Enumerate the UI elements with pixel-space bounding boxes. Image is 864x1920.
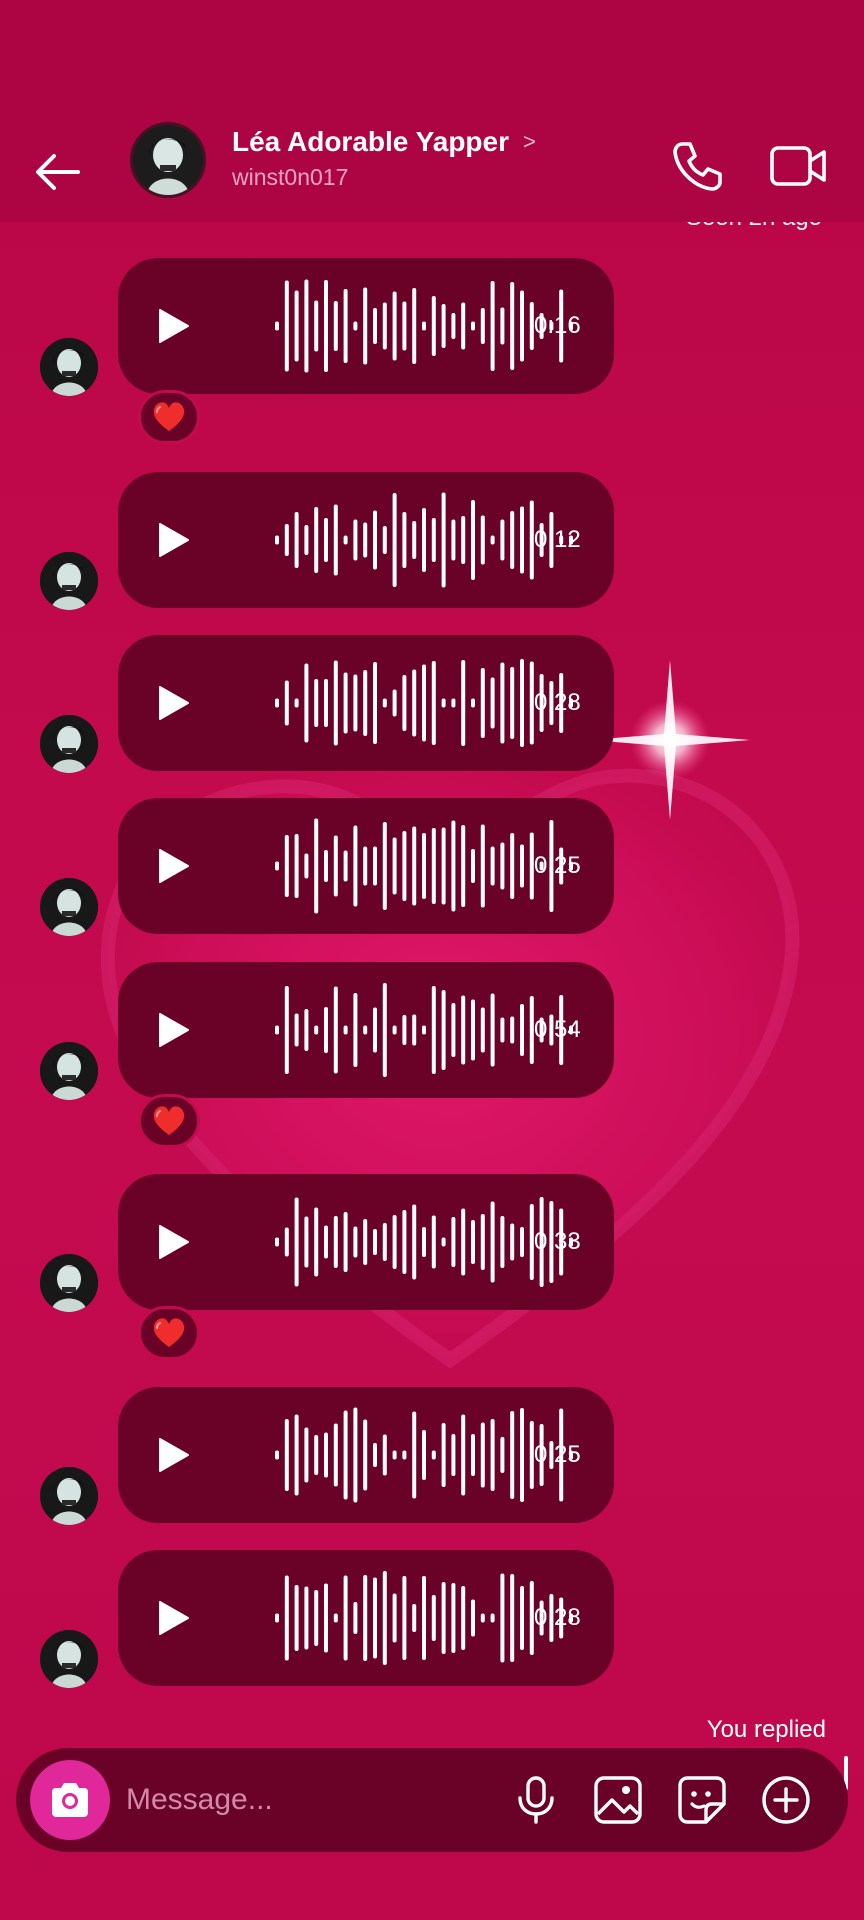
chevron-right-icon: > [523,129,536,154]
sender-avatar[interactable] [40,1630,98,1688]
plus-circle-icon [762,1776,810,1824]
voice-duration: 0:25 [534,852,581,879]
voice-duration: 0:33 [534,1228,581,1255]
voice-message-bubble[interactable]: 0:54 [118,962,614,1098]
sticker-icon [678,1776,726,1824]
play-icon [159,1438,189,1472]
play-button[interactable] [152,306,192,346]
sender-avatar[interactable] [40,1042,98,1100]
voice-duration: 0:25 [534,1441,581,1468]
play-button[interactable] [152,1010,192,1050]
voice-duration: 0:28 [534,689,581,716]
contact-name: Léa Adorable Yapper [232,126,509,157]
reaction-badge[interactable]: ❤️ [138,1094,200,1148]
reaction-badge[interactable]: ❤️ [138,390,200,444]
camera-button[interactable] [30,1760,110,1840]
sticker-button[interactable] [676,1774,728,1826]
play-button[interactable] [152,520,192,560]
camera-icon [52,1783,88,1817]
sender-avatar[interactable] [40,552,98,610]
microphone-button[interactable] [510,1774,562,1826]
message-input[interactable] [126,1770,406,1830]
play-button[interactable] [152,1222,192,1262]
heart-icon [153,1318,185,1347]
play-icon [159,1013,189,1047]
play-icon [159,1225,189,1259]
play-button[interactable] [152,683,192,723]
sender-avatar[interactable] [40,878,98,936]
play-icon [159,686,189,720]
reaction-badge[interactable]: ❤️ [138,1306,200,1360]
voice-duration: 0:28 [534,1604,581,1631]
voice-message-bubble[interactable]: 0:25 [118,798,614,934]
play-icon [159,309,189,343]
play-icon [159,849,189,883]
image-icon [594,1776,642,1824]
voice-message-bubble[interactable]: 0:28 [118,1550,614,1686]
message-composer [16,1748,848,1852]
gallery-button[interactable] [592,1774,644,1826]
heart-icon [153,1106,185,1135]
sender-avatar[interactable] [40,338,98,396]
phone-icon [673,142,722,191]
play-button[interactable] [152,1598,192,1638]
contact-title[interactable]: Léa Adorable Yapper > winst0n017 [232,126,536,191]
video-camera-icon [770,146,826,186]
play-button[interactable] [152,846,192,886]
arrow-left-icon [36,154,80,190]
voice-message-bubble[interactable]: 0:16 [118,258,614,394]
back-button[interactable] [28,142,88,202]
voice-message-bubble[interactable]: 0:33 [118,1174,614,1310]
contact-handle: winst0n017 [232,164,349,190]
chat-header: Léa Adorable Yapper > winst0n017 [0,120,864,222]
status-bar [0,0,864,120]
voice-message-bubble[interactable]: 0:25 [118,1387,614,1523]
more-button[interactable] [760,1774,812,1826]
sender-avatar[interactable] [40,1254,98,1312]
sender-avatar[interactable] [40,1467,98,1525]
voice-message-bubble[interactable]: 0:12 [118,472,614,608]
play-icon [159,523,189,557]
voice-duration: 0:16 [534,312,581,339]
voice-message-bubble[interactable]: 0:28 [118,635,614,771]
play-icon [159,1601,189,1635]
avatar-image [133,125,203,195]
you-replied-label: You replied [706,1716,826,1743]
play-button[interactable] [152,1435,192,1475]
video-call-button[interactable] [766,136,830,196]
microphone-icon [518,1776,554,1824]
contact-name-row[interactable]: Léa Adorable Yapper > [232,126,536,158]
contact-avatar[interactable] [130,122,206,198]
voice-call-button[interactable] [668,136,728,196]
heart-icon [153,402,185,431]
sender-avatar[interactable] [40,715,98,773]
voice-duration: 0:12 [534,526,581,553]
voice-duration: 0:54 [534,1016,581,1043]
